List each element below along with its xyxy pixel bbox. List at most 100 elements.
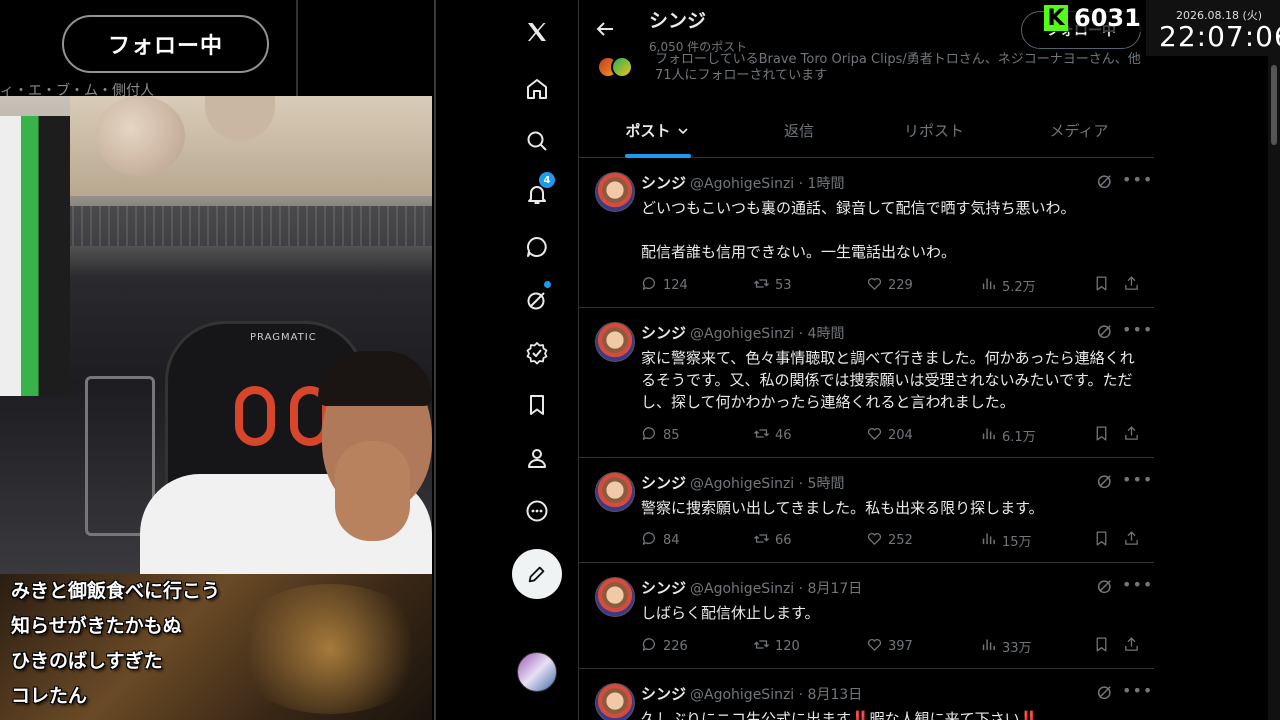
unread-dot bbox=[544, 281, 551, 288]
back-arrow-icon[interactable] bbox=[593, 17, 617, 41]
grok-icon[interactable] bbox=[1096, 172, 1114, 190]
views-button[interactable]: 33万 bbox=[980, 636, 1032, 657]
reply-button[interactable]: 226 bbox=[641, 636, 688, 657]
post-author-name[interactable]: シンジ bbox=[641, 685, 686, 703]
repost-button[interactable]: 53 bbox=[753, 275, 792, 296]
grok-icon[interactable] bbox=[1096, 577, 1114, 595]
views-button[interactable]: 5.2万 bbox=[980, 275, 1036, 296]
bookmark-icon[interactable] bbox=[1093, 530, 1110, 551]
reply-icon bbox=[641, 275, 663, 296]
post-item[interactable]: シンジ @AgohigeSinzi · 4時間 ••• 家に警察来て、色々事情聴取と調… bbox=[579, 308, 1155, 458]
profile-icon[interactable] bbox=[520, 441, 554, 475]
like-button[interactable]: 252 bbox=[866, 530, 913, 551]
post-avatar[interactable] bbox=[595, 172, 635, 212]
tab-posts[interactable]: ポスト bbox=[625, 103, 691, 158]
x-logo[interactable] bbox=[520, 15, 554, 49]
share-icon[interactable] bbox=[1123, 530, 1140, 551]
bookmark-icon[interactable] bbox=[1093, 636, 1110, 657]
share-icon[interactable] bbox=[1123, 425, 1140, 446]
post-handle-time[interactable]: @AgohigeSinzi · 5時間 bbox=[690, 476, 844, 492]
share-icon[interactable] bbox=[1123, 636, 1140, 657]
scrollbar[interactable] bbox=[1268, 55, 1280, 720]
post-handle-time[interactable]: @AgohigeSinzi · 1時間 bbox=[690, 176, 844, 192]
more-icon[interactable] bbox=[520, 494, 554, 528]
post-author-name[interactable]: シンジ bbox=[641, 324, 686, 342]
tab-label: ポスト bbox=[625, 122, 671, 140]
like-button[interactable]: 204 bbox=[866, 425, 913, 446]
repost-button[interactable]: 46 bbox=[753, 425, 792, 446]
cam-person-hand bbox=[335, 441, 410, 541]
post-text: 警察に捜索願い出してきました。私も出来る限り探します。 bbox=[641, 499, 1044, 517]
grok-icon[interactable] bbox=[520, 281, 554, 317]
more-icon[interactable]: ••• bbox=[1122, 575, 1153, 594]
post-handle-time[interactable]: @AgohigeSinzi · 8月17日 bbox=[690, 581, 862, 597]
more-icon[interactable]: ••• bbox=[1122, 320, 1153, 339]
like-count: 229 bbox=[888, 278, 913, 293]
compose-button[interactable] bbox=[512, 549, 562, 599]
home-icon[interactable] bbox=[520, 72, 554, 106]
grok-icon[interactable] bbox=[1096, 683, 1114, 701]
chair-ring bbox=[235, 386, 275, 446]
bookmark-icon[interactable] bbox=[1093, 275, 1110, 296]
post-author-name[interactable]: シンジ bbox=[641, 474, 686, 492]
tab-reposts[interactable]: リポスト bbox=[889, 103, 979, 158]
reply-icon bbox=[641, 636, 663, 657]
post-item[interactable]: シンジ @AgohigeSinzi · 5時間 ••• 警察に捜索願い出してきました。… bbox=[579, 458, 1155, 563]
repost-button[interactable]: 66 bbox=[753, 530, 792, 551]
more-icon[interactable]: ••• bbox=[1122, 681, 1153, 700]
like-count: 252 bbox=[888, 533, 913, 548]
search-svg bbox=[527, 131, 547, 151]
more-icon[interactable]: ••• bbox=[1122, 470, 1153, 489]
post-actions: 124 53 229 5.2万 bbox=[641, 275, 1141, 295]
post-avatar[interactable] bbox=[595, 683, 635, 720]
grok-icon[interactable] bbox=[1096, 322, 1114, 340]
post-avatar[interactable] bbox=[595, 322, 635, 362]
more-icon[interactable]: ••• bbox=[1122, 170, 1153, 189]
tab-replies[interactable]: 返信 bbox=[759, 103, 839, 158]
followed-by[interactable]: フォローしているBrave Toro Oripa Clips/勇者トロさん、ネジ… bbox=[597, 52, 1141, 86]
reply-button[interactable]: 84 bbox=[641, 530, 680, 551]
post-handle-time[interactable]: @AgohigeSinzi · 8月13日 bbox=[690, 687, 862, 703]
search-icon[interactable] bbox=[520, 124, 554, 158]
grok-icon[interactable] bbox=[1096, 472, 1114, 490]
reply-button[interactable]: 124 bbox=[641, 275, 688, 296]
repost-count: 53 bbox=[775, 278, 792, 293]
follow-button-large[interactable]: フォロー中 bbox=[62, 15, 269, 73]
post-item[interactable]: シンジ @AgohigeSinzi · 8月17日 ••• しばらく配信休止します。 2… bbox=[579, 563, 1155, 669]
account-avatar[interactable] bbox=[517, 652, 557, 692]
views-icon bbox=[980, 636, 1002, 657]
bookmark-icon[interactable] bbox=[1093, 425, 1110, 446]
scroll-thumb[interactable] bbox=[1271, 65, 1277, 145]
post-item[interactable]: シンジ @AgohigeSinzi · 1時間 ••• どいつもこいつも裏の通話、録音… bbox=[579, 158, 1155, 308]
tab-media[interactable]: メディア bbox=[1034, 103, 1124, 158]
repost-count: 120 bbox=[775, 639, 800, 654]
viewer-count: 6031 bbox=[1074, 4, 1141, 32]
left-top-strip: フォロー中 ィ・エ・ブ・ム・側付人 bbox=[0, 0, 432, 96]
webcam-feed: PRAGMATIC bbox=[0, 96, 432, 574]
viewer-counter: K 6031 bbox=[1044, 4, 1145, 32]
x-logo-icon bbox=[528, 23, 546, 41]
profile-column: シンジ 6,050 件のポスト フォロー中 フォローしているBrave Toro… bbox=[578, 0, 1156, 720]
share-icon[interactable] bbox=[1123, 275, 1140, 296]
post-avatar[interactable] bbox=[595, 577, 635, 617]
post-avatar[interactable] bbox=[595, 472, 635, 512]
repost-button[interactable]: 120 bbox=[753, 636, 800, 657]
clock-overlay: 2026.08.18 (火) 22:07:06 bbox=[1146, 0, 1280, 56]
reply-count: 226 bbox=[663, 639, 688, 654]
post-handle-time[interactable]: @AgohigeSinzi · 4時間 bbox=[690, 326, 844, 342]
repost-count: 46 bbox=[775, 428, 792, 443]
reply-button[interactable]: 85 bbox=[641, 425, 680, 446]
like-button[interactable]: 397 bbox=[866, 636, 913, 657]
messages-icon[interactable] bbox=[520, 230, 554, 264]
notification-badge: 4 bbox=[539, 172, 555, 188]
like-button[interactable]: 229 bbox=[866, 275, 913, 296]
bookmarks-icon[interactable] bbox=[520, 388, 554, 422]
views-button[interactable]: 6.1万 bbox=[980, 425, 1036, 446]
views-button[interactable]: 15万 bbox=[980, 530, 1032, 551]
views-icon bbox=[980, 275, 1002, 296]
post-author-name[interactable]: シンジ bbox=[641, 579, 686, 597]
verified-icon[interactable] bbox=[520, 336, 554, 370]
post-item[interactable]: シンジ @AgohigeSinzi · 8月13日 ••• 久しぶりにニコ生公式に出ま… bbox=[579, 669, 1155, 720]
notifications-icon[interactable]: 4 bbox=[520, 172, 555, 211]
post-author-name[interactable]: シンジ bbox=[641, 174, 686, 192]
